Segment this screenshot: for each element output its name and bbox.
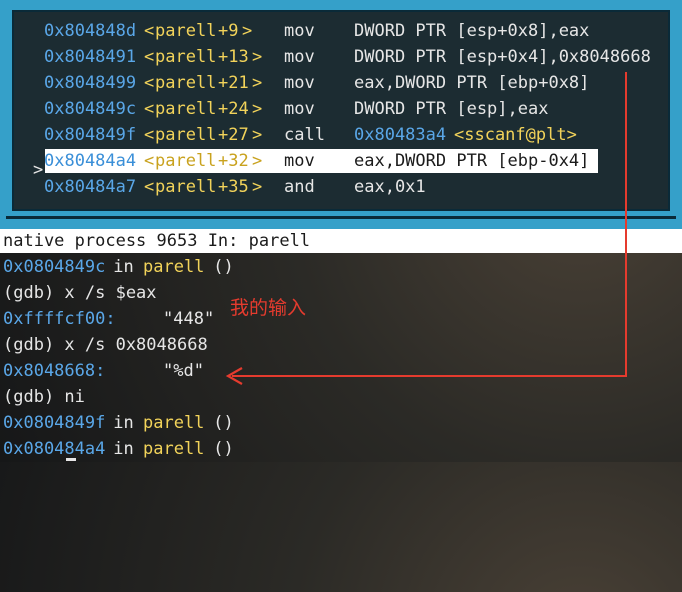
console-line: 0x0804849c in parell () xyxy=(3,254,234,280)
asm-offset: +9 xyxy=(218,21,239,41)
asm-bracket-open: < xyxy=(144,125,155,145)
asm-operands: DWORD PTR [esp+0x4],0x8048668 xyxy=(354,47,651,67)
asm-row[interactable]: 0x804849f < parell +27 > call 0x80483a4 … xyxy=(14,123,670,147)
console-address: 0x8048668: xyxy=(3,361,106,381)
disassembly-window-frame: > 0x804848d < parell +9 > mov DWORD PTR … xyxy=(0,0,682,229)
console-value: "%d" xyxy=(163,361,204,381)
console-line: 0x8048668: "%d" xyxy=(3,358,204,384)
asm-row[interactable]: 0x804848d < parell +9 > mov DWORD PTR [e… xyxy=(14,19,670,43)
gdb-console[interactable]: 0x0804849c in parell () (gdb) x /s $eax … xyxy=(0,253,682,462)
asm-opcode: call xyxy=(284,125,325,145)
asm-call-target: 0x80483a4 xyxy=(354,125,447,145)
asm-bracket-close: > xyxy=(252,47,263,67)
asm-operands: eax,0x1 xyxy=(354,177,426,197)
console-text: (gdb) ni xyxy=(3,387,85,407)
disassembly-window-bottom-border xyxy=(6,216,676,219)
asm-bracket-close: > xyxy=(252,177,263,197)
asm-offset: +27 xyxy=(218,125,249,145)
asm-symbol: parell xyxy=(155,99,217,119)
asm-bracket-close: > xyxy=(252,99,263,119)
console-text: in xyxy=(103,257,144,277)
asm-address: 0x80484a7 xyxy=(44,177,137,197)
console-line: 0x0804849f in parell () xyxy=(3,410,234,436)
asm-offset: +35 xyxy=(218,177,249,197)
asm-opcode: mov xyxy=(284,151,315,171)
console-text: () xyxy=(203,257,234,277)
console-text: () xyxy=(203,439,234,459)
asm-row-current[interactable]: 0x80484a4 < parell +32 > mov eax,DWORD P… xyxy=(44,149,598,173)
asm-offset: +24 xyxy=(218,99,249,119)
asm-offset: +13 xyxy=(218,47,249,67)
asm-bracket-open: < xyxy=(144,73,155,93)
asm-opcode: mov xyxy=(284,47,315,67)
terminal-cursor xyxy=(66,458,76,461)
asm-row[interactable]: 0x8048499 < parell +21 > mov eax,DWORD P… xyxy=(14,71,670,95)
asm-symbol: parell xyxy=(155,125,217,145)
asm-address: 0x804848d xyxy=(44,21,137,41)
console-command: (gdb) x /s $eax xyxy=(3,280,157,306)
asm-opcode: mov xyxy=(284,99,315,119)
asm-symbol: parell xyxy=(155,21,217,41)
asm-row[interactable]: 0x80484a7 < parell +35 > and eax,0x1 xyxy=(14,175,670,199)
asm-bracket-open: < xyxy=(144,151,155,171)
asm-symbol: parell xyxy=(155,151,217,171)
asm-address: 0x8048499 xyxy=(44,73,137,93)
asm-address: 0x804849f xyxy=(44,125,137,145)
asm-address: 0x8048491 xyxy=(44,47,137,67)
asm-address: 0x804849c xyxy=(44,99,137,119)
asm-symbol: parell xyxy=(155,73,217,93)
asm-bracket-open: < xyxy=(144,99,155,119)
console-text: () xyxy=(203,413,234,433)
asm-bracket-close: > xyxy=(242,21,253,41)
console-address: 0x0804849c xyxy=(3,257,106,277)
asm-operands: eax,DWORD PTR [ebp-0x4] xyxy=(354,151,590,171)
console-address: 0xffffcf00: xyxy=(3,309,116,329)
asm-operands: DWORD PTR [esp],eax xyxy=(354,99,549,119)
asm-offset: +21 xyxy=(218,73,249,93)
asm-symbol: parell xyxy=(155,47,217,67)
asm-bracket-close: > xyxy=(252,125,263,145)
console-command: (gdb) ni xyxy=(3,384,85,410)
asm-symbol: parell xyxy=(155,177,217,197)
asm-bracket-close: > xyxy=(252,73,263,93)
console-address: 0x0804849f xyxy=(3,413,106,433)
asm-bracket-close: > xyxy=(252,151,263,171)
asm-row[interactable]: 0x804849c < parell +24 > mov DWORD PTR [… xyxy=(14,97,670,121)
asm-operands: DWORD PTR [esp+0x8],eax xyxy=(354,21,590,41)
annotation-label: 我的输入 xyxy=(230,297,307,319)
asm-operands: eax,DWORD PTR [ebp+0x8] xyxy=(354,73,590,93)
console-function: parell xyxy=(143,257,205,277)
status-bar: native process 9653 In: parell xyxy=(0,229,682,253)
console-function: parell xyxy=(143,413,205,433)
asm-offset: +32 xyxy=(218,151,249,171)
asm-bracket-open: < xyxy=(144,47,155,67)
asm-opcode: and xyxy=(284,177,315,197)
asm-opcode: mov xyxy=(284,73,315,93)
asm-opcode: mov xyxy=(284,21,315,41)
console-value: "448" xyxy=(163,309,215,329)
asm-address: 0x80484a4 xyxy=(44,151,137,171)
asm-bracket-open: < xyxy=(144,21,155,41)
console-command: (gdb) x /s 0x8048668 xyxy=(3,332,208,358)
console-text: (gdb) x /s 0x8048668 xyxy=(3,335,208,355)
console-line: 0x080484a4 in parell () xyxy=(3,436,234,462)
console-text: (gdb) x /s $eax xyxy=(3,283,157,303)
asm-callee-symbol: <sscanf@plt> xyxy=(454,125,577,145)
console-function: parell xyxy=(143,439,205,459)
console-text: in xyxy=(103,439,144,459)
disassembly-window[interactable]: > 0x804848d < parell +9 > mov DWORD PTR … xyxy=(12,10,670,211)
asm-bracket-open: < xyxy=(144,177,155,197)
console-address: 0x080484a4 xyxy=(3,439,106,459)
asm-row[interactable]: 0x8048491 < parell +13 > mov DWORD PTR [… xyxy=(14,45,670,69)
console-text: in xyxy=(103,413,144,433)
console-line: 0xffffcf00: "448" xyxy=(3,306,214,332)
